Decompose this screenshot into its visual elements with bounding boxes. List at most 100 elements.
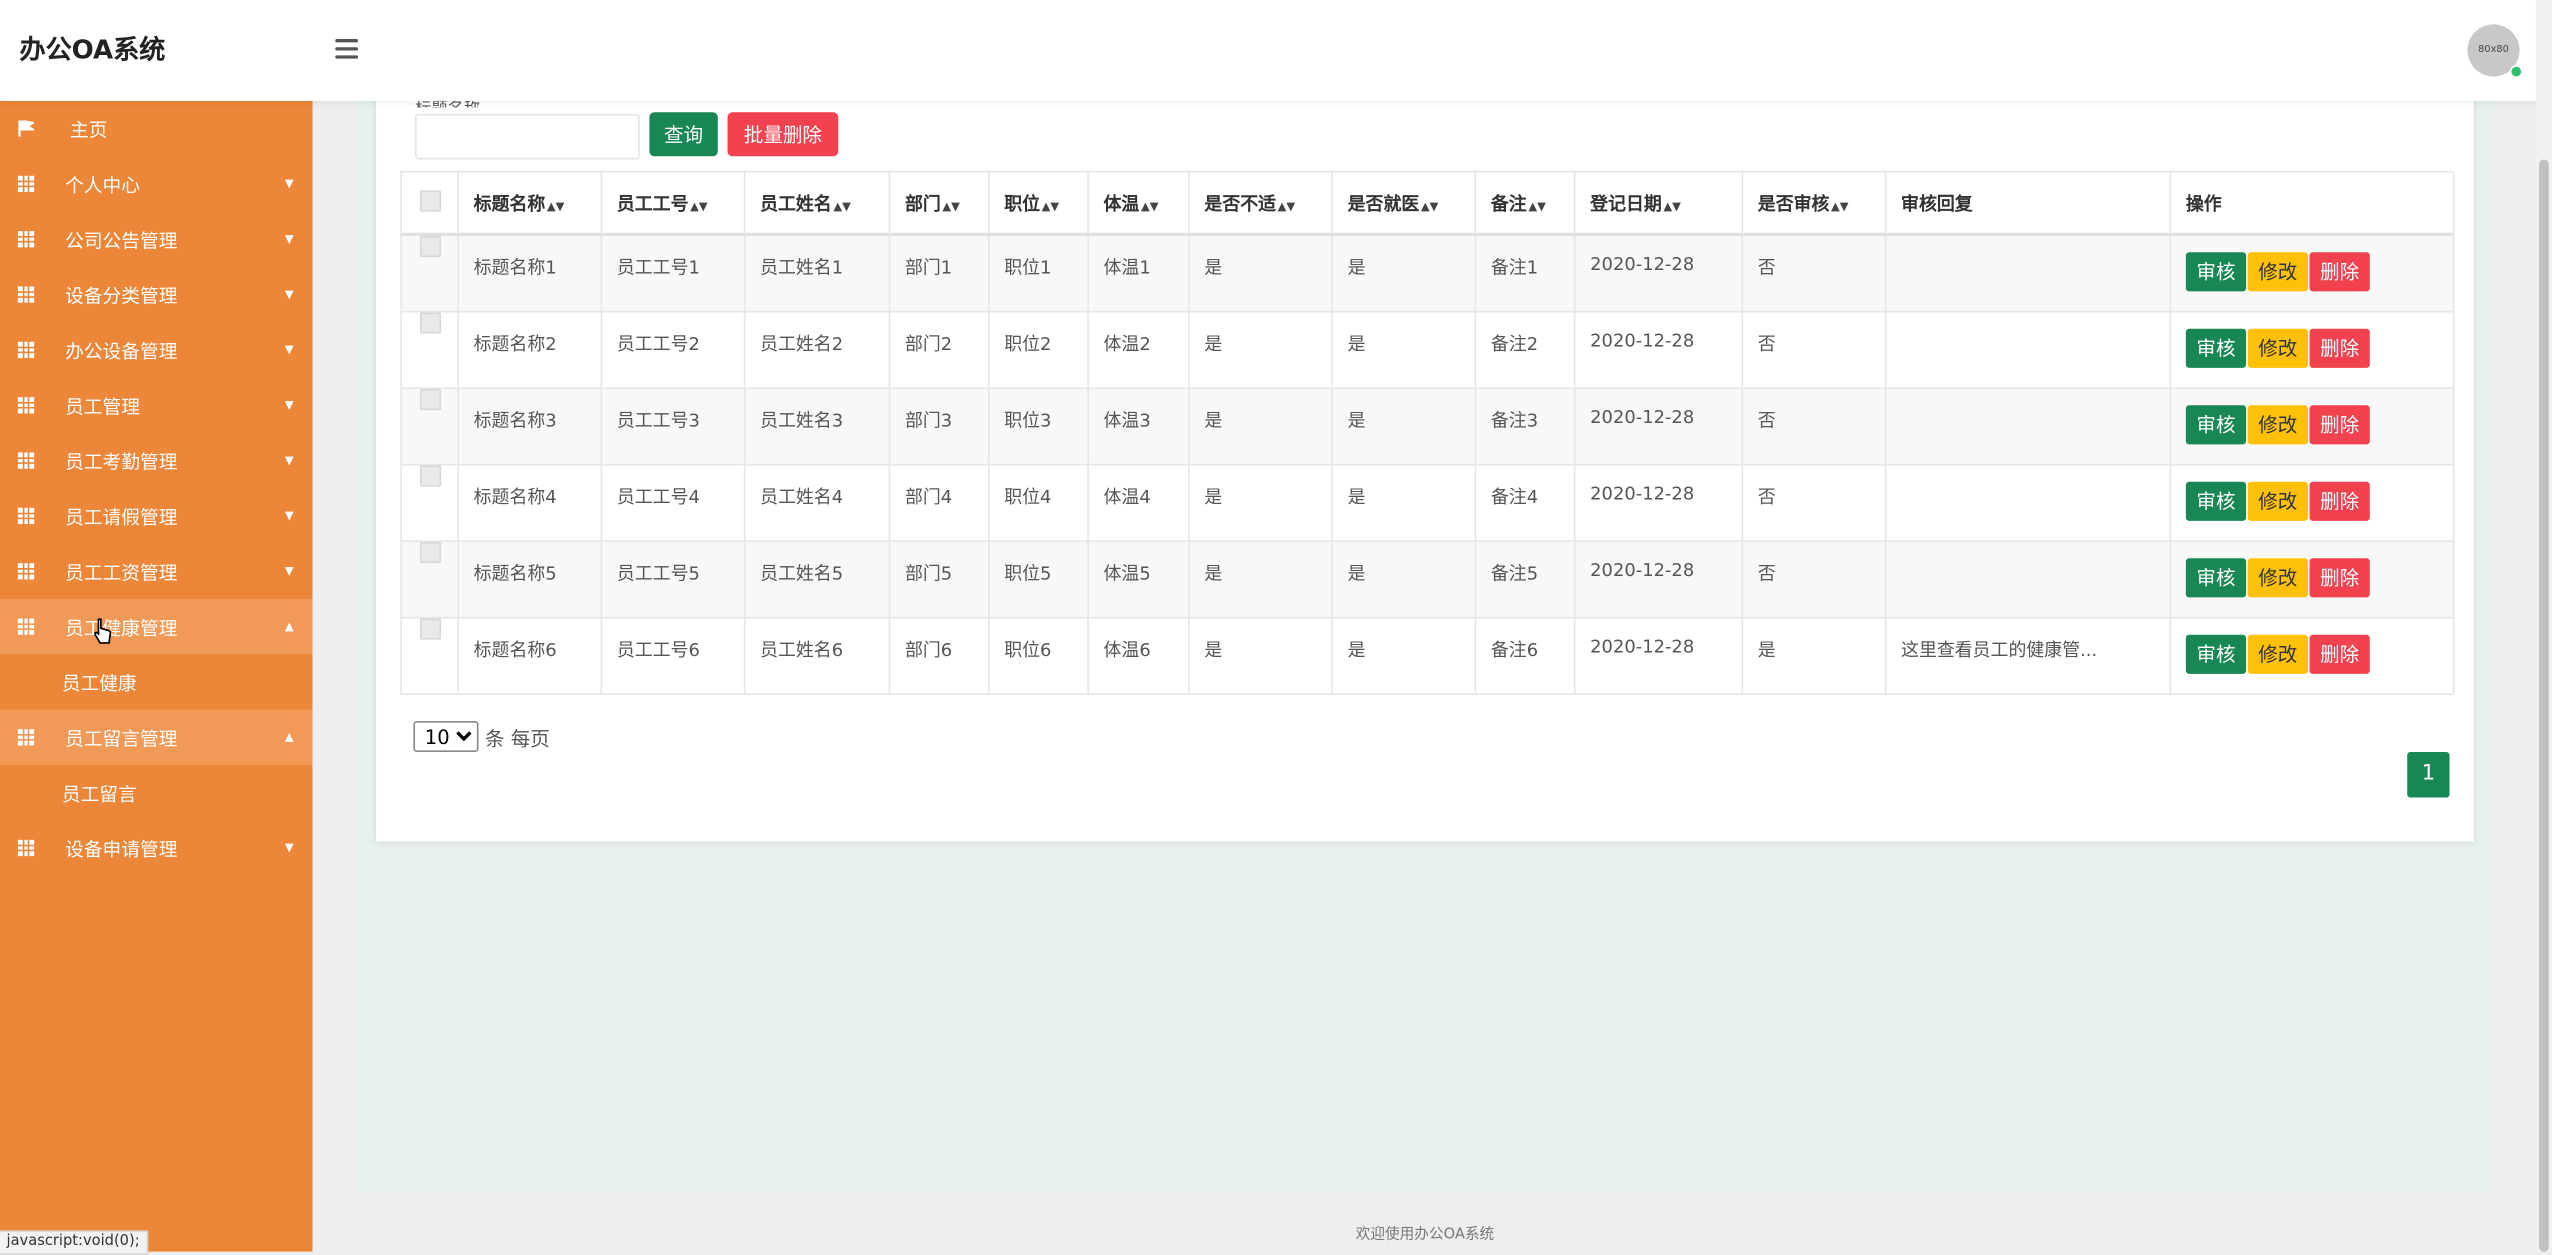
table-header-row: 标题名称 ▲▼ 员工工号 ▲▼ 员工姓名 ▲▼ 部门 ▲▼ 职位 ▲▼ 体温 ▲▼ 是否不适… — [400, 170, 2455, 236]
row-checkbox-cell — [400, 386, 459, 465]
edit-button[interactable]: 修改 — [2247, 252, 2308, 292]
sidebar-item-home[interactable]: 主页 — [0, 101, 312, 156]
table-cell: 是 — [1188, 310, 1334, 389]
menu-toggle-icon[interactable] — [335, 39, 359, 59]
audit-button[interactable]: 审核 — [2185, 633, 2247, 674]
table-cell: 部门2 — [888, 310, 990, 389]
column-header[interactable]: 员工工号 ▲▼ — [600, 170, 746, 236]
chevron-up-icon: ▲ — [284, 730, 294, 744]
row-checkbox[interactable] — [419, 541, 441, 563]
table-cell: 标题名称4 — [457, 463, 603, 542]
column-header: 审核回复 — [1884, 170, 2172, 236]
sidebar-item-employees[interactable]: 员工管理 ▼ — [0, 378, 312, 433]
delete-button[interactable]: 删除 — [2309, 557, 2370, 597]
row-checkbox[interactable] — [419, 618, 441, 639]
table-cell: 否 — [1741, 463, 1887, 542]
select-all-checkbox[interactable] — [419, 189, 441, 211]
delete-button[interactable]: 删除 — [2309, 404, 2370, 444]
sort-icon: ▲▼ — [1140, 199, 1159, 213]
table-cell: 否 — [1741, 539, 1887, 618]
row-checkbox[interactable] — [419, 236, 441, 258]
edit-button[interactable]: 修改 — [2247, 480, 2308, 521]
audit-button[interactable]: 审核 — [2185, 557, 2247, 597]
sidebar-item-office-devices[interactable]: 办公设备管理 ▼ — [0, 322, 312, 377]
sidebar-item-announcements[interactable]: 公司公告管理 ▼ — [0, 212, 312, 267]
table-cell: 备注3 — [1474, 386, 1576, 465]
table-cell: 员工姓名3 — [743, 386, 891, 465]
table-cell: 2020-12-28 — [1573, 616, 1744, 695]
audit-button[interactable]: 审核 — [2185, 480, 2247, 521]
scrollbar-thumb[interactable] — [2539, 159, 2549, 1252]
sidebar-item-label: 员工健康管理 — [65, 616, 178, 640]
table-cell: 这里查看员工的健康管... — [1884, 616, 2172, 695]
page-1-button[interactable]: 1 — [2407, 751, 2450, 798]
delete-button[interactable]: 删除 — [2309, 252, 2370, 292]
column-header[interactable]: 备注 ▲▼ — [1474, 170, 1576, 236]
column-header[interactable]: 体温 ▲▼ — [1087, 170, 1190, 236]
sidebar-subitem-health[interactable]: 员工健康 — [0, 654, 312, 709]
sidebar-item-salary[interactable]: 员工工资管理 ▼ — [0, 544, 312, 599]
batch-delete-button[interactable]: 批量删除 — [727, 112, 839, 157]
sidebar-item-messages[interactable]: 员工留言管理 ▲ — [0, 709, 313, 765]
table-cell: 否 — [1741, 386, 1887, 465]
page-scrollbar[interactable] — [2535, 0, 2552, 1252]
table-cell: 体温5 — [1087, 539, 1190, 618]
sidebar-item-leave[interactable]: 员工请假管理 ▼ — [0, 488, 312, 543]
column-header[interactable]: 职位 ▲▼ — [987, 170, 1089, 236]
sort-icon: ▲▼ — [1528, 199, 1546, 213]
column-header[interactable]: 标题名称 ▲▼ — [457, 170, 603, 236]
sort-icon: ▲▼ — [1041, 199, 1060, 213]
sidebar: 主页 个人中心 ▼ 公司公告管理 ▼ 设备分类管理 ▼ 办公设备管理 ▼ 员工管… — [0, 100, 313, 1252]
audit-button[interactable]: 审核 — [2185, 252, 2247, 292]
title-search-input[interactable] — [415, 113, 640, 160]
table-cell: 标题名称2 — [457, 310, 603, 389]
sort-icon: ▲▼ — [942, 199, 960, 213]
column-header[interactable]: 登记日期 ▲▼ — [1573, 170, 1744, 236]
audit-button[interactable]: 审核 — [2185, 404, 2247, 444]
table-cell: 备注1 — [1474, 233, 1576, 312]
table-cell: 是 — [1331, 233, 1477, 312]
page-size-select[interactable]: 10 — [413, 721, 479, 752]
column-header[interactable]: 部门 ▲▼ — [888, 170, 990, 236]
audit-button[interactable]: 审核 — [2185, 327, 2247, 368]
sidebar-item-device-requests[interactable]: 设备申请管理 ▼ — [0, 820, 312, 875]
column-header: 操作 — [2169, 170, 2455, 236]
grid-icon — [17, 397, 34, 414]
row-checkbox[interactable] — [419, 388, 441, 410]
table-cell: 部门3 — [888, 386, 990, 465]
row-actions: 审核 修改 删除 — [2169, 539, 2455, 618]
edit-button[interactable]: 修改 — [2247, 327, 2308, 368]
sidebar-subitem-messages[interactable]: 员工留言 — [0, 765, 312, 820]
row-checkbox[interactable] — [419, 312, 441, 333]
column-header[interactable]: 是否审核 ▲▼ — [1741, 170, 1887, 236]
delete-button[interactable]: 删除 — [2309, 327, 2370, 368]
table-cell: 员工工号6 — [600, 616, 746, 695]
column-header[interactable]: 是否不适 ▲▼ — [1188, 170, 1334, 236]
table-cell: 2020-12-28 — [1573, 463, 1744, 542]
table-cell: 是 — [1188, 539, 1334, 618]
sidebar-item-attendance[interactable]: 员工考勤管理 ▼ — [0, 433, 312, 488]
sort-icon: ▲▼ — [546, 199, 565, 213]
delete-button[interactable]: 删除 — [2309, 633, 2370, 674]
sidebar-item-label: 员工工资管理 — [65, 561, 178, 585]
status-bar-url: javascript:void(0); — [0, 1230, 148, 1255]
edit-button[interactable]: 修改 — [2247, 633, 2308, 674]
table-row: 标题名称5 员工工号5 员工姓名5 部门5 职位5 体温5 是是备注5 2020-12-28 否… — [400, 539, 2455, 618]
sidebar-item-personal-center[interactable]: 个人中心 ▼ — [0, 156, 312, 211]
table-cell: 备注6 — [1474, 616, 1576, 695]
delete-button[interactable]: 删除 — [2309, 480, 2370, 521]
sidebar-item-label: 办公设备管理 — [65, 340, 178, 363]
table-cell: 员工姓名6 — [743, 616, 891, 695]
sidebar-item-device-category[interactable]: 设备分类管理 ▼ — [0, 267, 312, 322]
table-cell: 员工姓名5 — [743, 539, 891, 618]
column-header[interactable]: 员工姓名 ▲▼ — [743, 170, 891, 236]
sidebar-item-health[interactable]: 员工健康管理 ▲ — [0, 598, 313, 655]
table-row: 标题名称6 员工工号6 员工姓名6 部门6 职位6 体温6 是是备注6 2020-12-28 是… — [400, 616, 2455, 695]
query-button[interactable]: 查询 — [649, 112, 718, 157]
edit-button[interactable]: 修改 — [2247, 404, 2308, 444]
row-checkbox[interactable] — [419, 465, 441, 486]
edit-button[interactable]: 修改 — [2247, 557, 2308, 597]
column-header[interactable]: 是否就医 ▲▼ — [1331, 170, 1477, 236]
chevron-down-icon: ▼ — [284, 398, 294, 412]
table-cell: 2020-12-28 — [1573, 310, 1744, 389]
